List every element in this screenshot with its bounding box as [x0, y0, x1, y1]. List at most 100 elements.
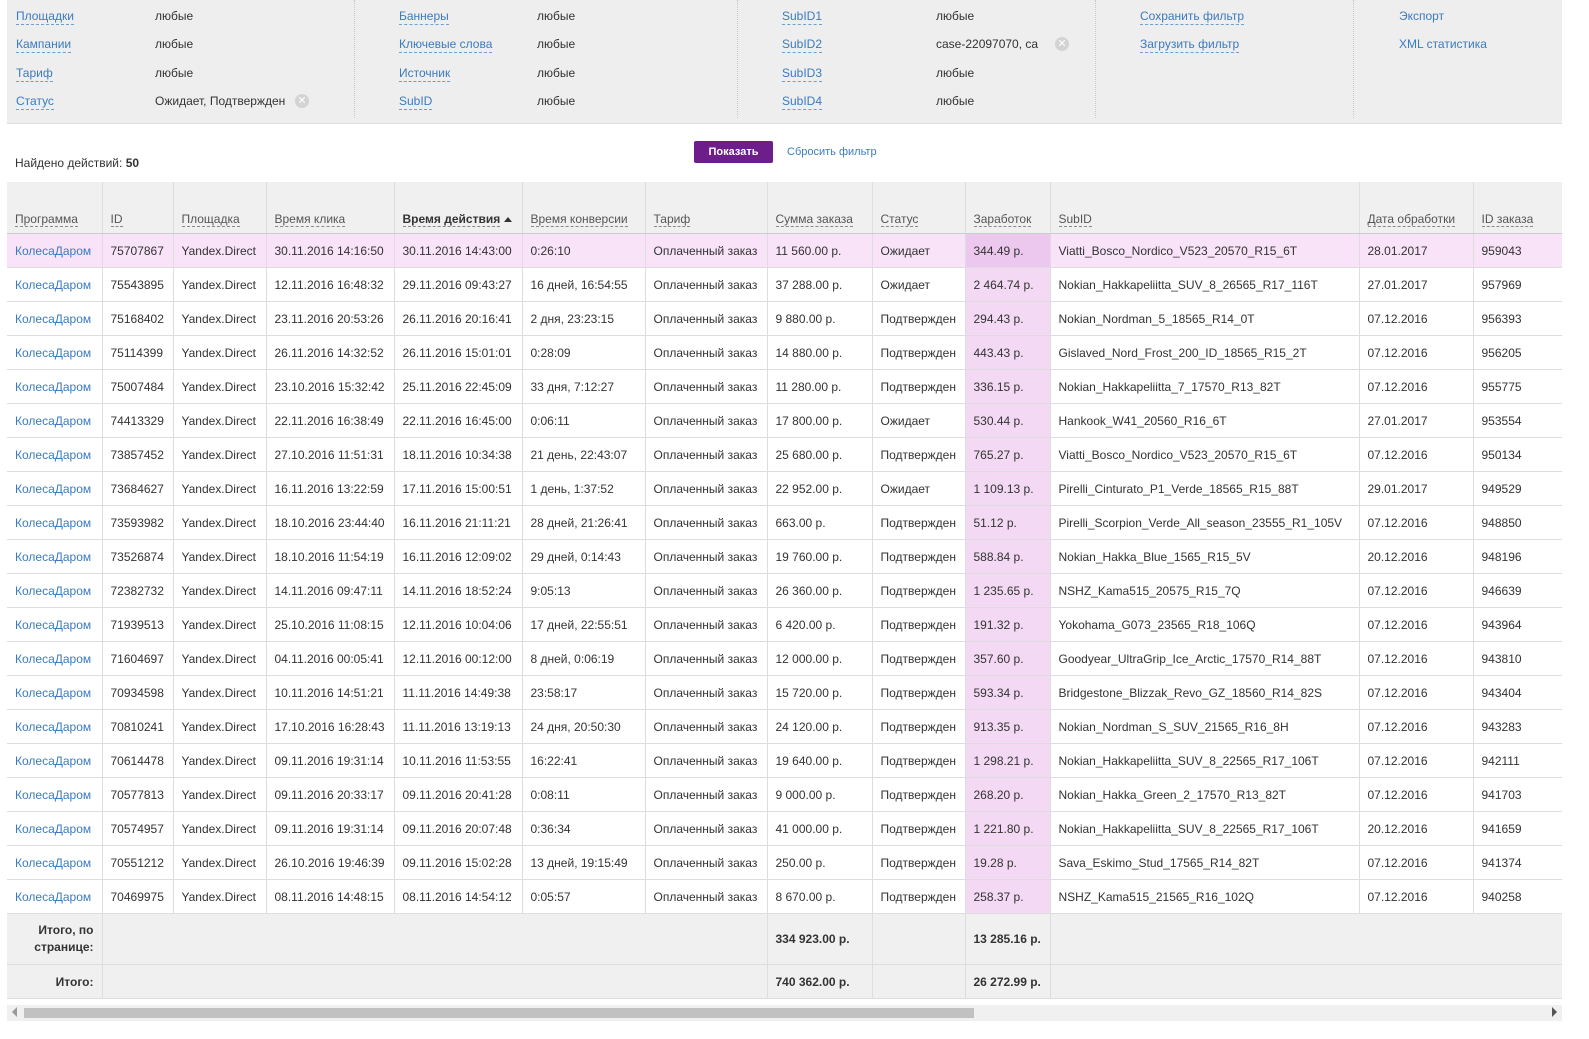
- cell-program[interactable]: КолесаДаром: [7, 743, 103, 778]
- cell-conversion-time: 21 день, 22:43:07: [522, 437, 646, 472]
- filter-label-platforms[interactable]: Площадки: [16, 8, 74, 25]
- table-row[interactable]: КолесаДаром 70934598 Yandex.Direct 10.11.20…: [7, 675, 1562, 710]
- column-header-click-time[interactable]: Время клика: [266, 182, 395, 234]
- filter-label-subid3[interactable]: SubID3: [782, 65, 823, 82]
- cell-processed-date: 07.12.2016: [1359, 675, 1474, 710]
- column-header-order-sum[interactable]: Сумма заказа: [767, 182, 873, 234]
- table-row[interactable]: КолесаДаром 70614478 Yandex.Direct 09.11.20…: [7, 743, 1562, 778]
- filter-label-keywords[interactable]: Ключевые слова: [399, 36, 493, 53]
- cell-program[interactable]: КолесаДаром: [7, 845, 103, 880]
- filter-value-banners[interactable]: любые: [537, 6, 575, 26]
- cell-program[interactable]: КолесаДаром: [7, 675, 103, 710]
- cell-processed-date: 07.12.2016: [1359, 437, 1474, 472]
- cell-program[interactable]: КолесаДаром: [7, 641, 103, 676]
- scroll-left-icon[interactable]: [12, 1007, 17, 1017]
- filter-label-tariff[interactable]: Тариф: [16, 65, 53, 82]
- filter-value-keywords[interactable]: любые: [537, 34, 575, 54]
- filter-value-subid4[interactable]: любые: [936, 91, 974, 111]
- table-row[interactable]: КолесаДаром 75007484 Yandex.Direct 23.10.20…: [7, 369, 1562, 404]
- cell-program[interactable]: КолесаДаром: [7, 607, 103, 642]
- save-filter-link[interactable]: Сохранить фильтр: [1140, 8, 1245, 25]
- column-header-platform[interactable]: Площадка: [173, 182, 267, 234]
- filter-value-tariff[interactable]: любые: [155, 63, 193, 83]
- column-header-tariff[interactable]: Тариф: [645, 182, 768, 234]
- table-row[interactable]: КолесаДаром 70574957 Yandex.Direct 09.11.20…: [7, 811, 1562, 846]
- filter-label-banners[interactable]: Баннеры: [399, 8, 449, 25]
- cell-program[interactable]: КолесаДаром: [7, 573, 103, 608]
- column-header-label: Время конверсии: [530, 212, 628, 227]
- column-header-label: Программа: [15, 212, 78, 227]
- show-button[interactable]: Показать: [694, 141, 773, 163]
- cell-program[interactable]: КолесаДаром: [7, 437, 103, 472]
- load-filter-link[interactable]: Загрузить фильтр: [1140, 36, 1240, 53]
- filter-label-subid4[interactable]: SubID4: [782, 93, 823, 110]
- column-header-id[interactable]: ID: [102, 182, 174, 234]
- column-header-label: Тариф: [653, 212, 691, 227]
- table-row[interactable]: КолесаДаром 70551212 Yandex.Direct 26.10.20…: [7, 845, 1562, 880]
- column-header-order-id[interactable]: ID заказа: [1473, 182, 1562, 234]
- cell-status: Подтвержден: [872, 845, 966, 880]
- filter-label-subid1[interactable]: SubID1: [782, 8, 823, 25]
- cell-platform: Yandex.Direct: [173, 267, 267, 302]
- column-header-earnings[interactable]: Заработок: [965, 182, 1051, 234]
- clear-subid2-icon[interactable]: ✕: [1055, 37, 1069, 51]
- table-row[interactable]: КолесаДаром 72382732 Yandex.Direct 14.11.20…: [7, 573, 1562, 608]
- column-header-conversion-time[interactable]: Время конверсии: [522, 182, 646, 234]
- table-row[interactable]: КолесаДаром 70577813 Yandex.Direct 09.11.20…: [7, 777, 1562, 812]
- column-header-processed-date[interactable]: Дата обработки: [1359, 182, 1474, 234]
- filter-label-source[interactable]: Источник: [399, 65, 451, 82]
- cell-program[interactable]: КолесаДаром: [7, 267, 103, 302]
- filter-value-subid1[interactable]: любые: [936, 6, 974, 26]
- filter-value-source[interactable]: любые: [537, 63, 575, 83]
- filter-value-subid2[interactable]: case-22097070, ca: [936, 34, 1046, 54]
- xml-stats-link[interactable]: XML статистика: [1399, 34, 1487, 54]
- table-row[interactable]: КолесаДаром 73593982 Yandex.Direct 18.10.20…: [7, 505, 1562, 540]
- filter-value-platforms[interactable]: любые: [155, 6, 193, 26]
- cell-program[interactable]: КолесаДаром: [7, 777, 103, 812]
- filter-value-campaigns[interactable]: любые: [155, 34, 193, 54]
- scroll-right-icon[interactable]: [1552, 1007, 1557, 1017]
- cell-program[interactable]: КолесаДаром: [7, 811, 103, 846]
- table-row[interactable]: КолесаДаром 75543895 Yandex.Direct 12.11.20…: [7, 267, 1562, 302]
- cell-program[interactable]: КолесаДаром: [7, 709, 103, 744]
- table-row[interactable]: КолесаДаром 71604697 Yandex.Direct 04.11.20…: [7, 641, 1562, 676]
- sort-ascending-icon[interactable]: [504, 217, 513, 223]
- filter-value-subid3[interactable]: любые: [936, 63, 974, 83]
- filter-label-subid[interactable]: SubID: [399, 93, 433, 110]
- scroll-thumb[interactable]: [24, 1008, 974, 1018]
- cell-program[interactable]: КолесаДаром: [7, 403, 103, 438]
- table-row[interactable]: КолесаДаром 75168402 Yandex.Direct 23.11.20…: [7, 301, 1562, 336]
- cell-platform: Yandex.Direct: [173, 369, 267, 404]
- horizontal-scrollbar[interactable]: [7, 1005, 1562, 1021]
- export-link[interactable]: Экспорт: [1399, 6, 1444, 26]
- filter-label-status[interactable]: Статус: [16, 93, 54, 110]
- filter-value-status[interactable]: Ожидает, Подтвержден: [155, 91, 287, 111]
- cell-program[interactable]: КолесаДаром: [7, 539, 103, 574]
- table-row[interactable]: КолесаДаром 70810241 Yandex.Direct 17.10.20…: [7, 709, 1562, 744]
- table-row[interactable]: КолесаДаром 73857452 Yandex.Direct 27.10.20…: [7, 437, 1562, 472]
- filter-label-campaigns[interactable]: Кампании: [16, 36, 72, 53]
- column-header-subid[interactable]: SubID: [1050, 182, 1360, 234]
- cell-program[interactable]: КолесаДаром: [7, 505, 103, 540]
- cell-program[interactable]: КолесаДаром: [7, 879, 103, 914]
- clear-status-icon[interactable]: ✕: [295, 94, 309, 108]
- table-row[interactable]: КолесаДаром 71939513 Yandex.Direct 25.10.20…: [7, 607, 1562, 642]
- column-header-status[interactable]: Статус: [872, 182, 966, 234]
- filter-label-subid2[interactable]: SubID2: [782, 36, 823, 53]
- cell-program[interactable]: КолесаДаром: [7, 233, 103, 268]
- cell-program[interactable]: КолесаДаром: [7, 301, 103, 336]
- cell-program[interactable]: КолесаДаром: [7, 369, 103, 404]
- reset-filter-link[interactable]: Сбросить фильтр: [787, 146, 877, 158]
- cell-program[interactable]: КолесаДаром: [7, 335, 103, 370]
- table-row[interactable]: КолесаДаром 73526874 Yandex.Direct 18.10.20…: [7, 539, 1562, 574]
- cell-program[interactable]: КолесаДаром: [7, 471, 103, 506]
- table-row[interactable]: КолесаДаром 75114399 Yandex.Direct 26.11.20…: [7, 335, 1562, 370]
- cell-order-id: 940258: [1473, 879, 1562, 914]
- table-row[interactable]: КолесаДаром 70469975 Yandex.Direct 08.11.20…: [7, 879, 1562, 914]
- filter-value-subid[interactable]: любые: [537, 91, 575, 111]
- table-row[interactable]: КолесаДаром 75707867 Yandex.Direct 30.11.20…: [7, 233, 1562, 268]
- table-row[interactable]: КолесаДаром 74413329 Yandex.Direct 22.11.20…: [7, 403, 1562, 438]
- column-header-program[interactable]: Программа: [7, 182, 103, 234]
- table-row[interactable]: КолесаДаром 73684627 Yandex.Direct 16.11.20…: [7, 471, 1562, 506]
- column-header-action-time[interactable]: Время действия: [394, 182, 523, 234]
